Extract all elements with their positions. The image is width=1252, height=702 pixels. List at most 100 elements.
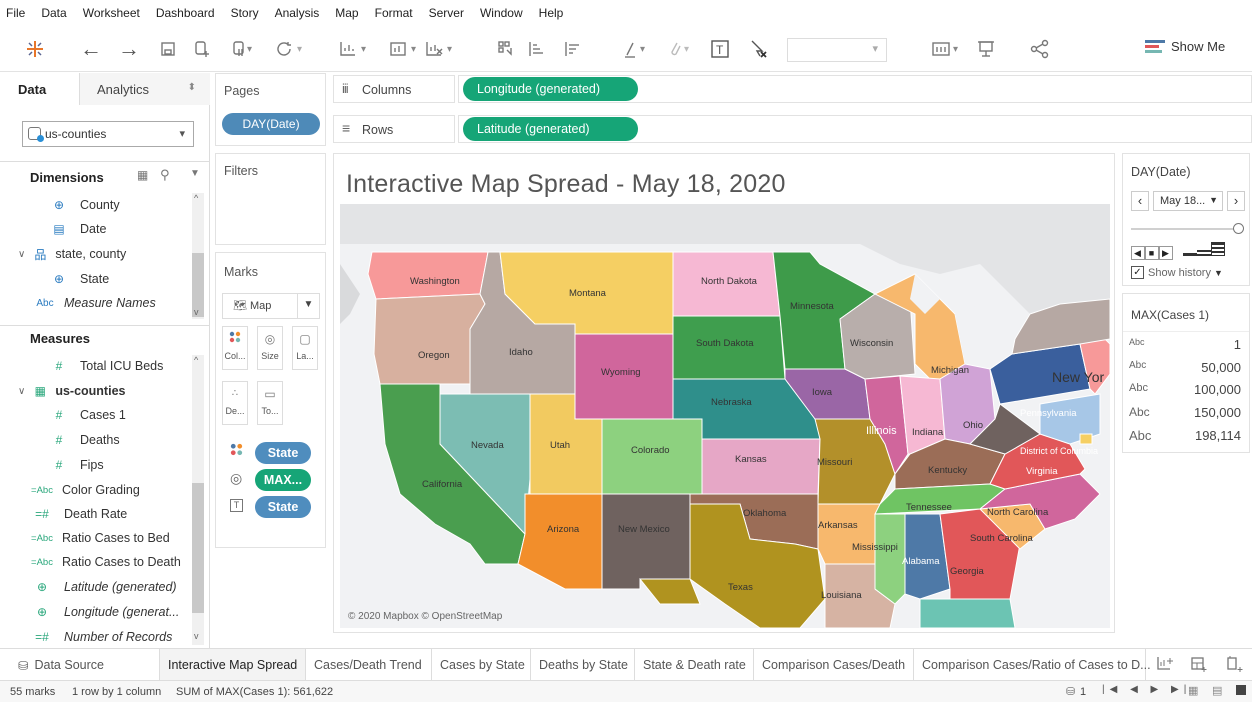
tab-cases-by-state[interactable]: Cases by State: [432, 649, 531, 681]
swap-rows-columns-icon[interactable]: [494, 36, 518, 62]
play-back-icon[interactable]: ◀: [1131, 246, 1145, 260]
marks-pill-state-label[interactable]: State: [255, 496, 311, 518]
datasource-select[interactable]: us-counties: [22, 121, 194, 147]
legend-item[interactable]: Abc 100,000: [1129, 382, 1247, 397]
menu-data[interactable]: Data: [41, 6, 66, 20]
menu-worksheet[interactable]: Worksheet: [83, 6, 140, 20]
highlight-icon[interactable]: ▾: [618, 36, 658, 62]
field-cases-1[interactable]: # Cases 1: [52, 403, 126, 427]
sort-ascending-icon[interactable]: [524, 36, 548, 62]
chevron-down-icon[interactable]: ∨: [18, 249, 25, 260]
new-worksheet-icon[interactable]: [1156, 655, 1174, 676]
tab-deaths-by-state[interactable]: Deaths by State: [531, 649, 635, 681]
chevron-down-icon[interactable]: ∨: [18, 386, 25, 397]
marks-pill-max-size[interactable]: MAX...: [255, 469, 311, 491]
measures-scrollbar-thumb[interactable]: [192, 483, 204, 613]
checkbox-checked-icon[interactable]: ✓: [1131, 266, 1144, 279]
rows-shelf[interactable]: Latitude (generated): [458, 115, 1252, 143]
columns-shelf[interactable]: Longitude (generated): [458, 75, 1252, 103]
tab-comparison-cases-ratio[interactable]: Comparison Cases/Ratio of Cases to D...: [914, 649, 1151, 681]
clear-sheet-icon[interactable]: ▾: [420, 36, 464, 62]
chevron-down-icon[interactable]: ▼: [297, 294, 319, 318]
new-datasource-icon[interactable]: [190, 36, 214, 62]
tableau-logo-icon[interactable]: [22, 36, 48, 62]
field-death-rate[interactable]: =# Death Rate: [30, 502, 127, 526]
chevron-down-icon[interactable]: ▼: [1214, 268, 1223, 278]
refresh-icon[interactable]: ▾: [270, 36, 314, 62]
stop-icon[interactable]: ■: [1145, 246, 1159, 260]
field-ratio-cases-to-death[interactable]: =Abc Ratio Cases to Death: [30, 550, 181, 574]
legend-item[interactable]: Abc 1: [1129, 337, 1247, 352]
menu-dashboard[interactable]: Dashboard: [156, 6, 215, 20]
fit-view-icon[interactable]: ▾: [926, 36, 970, 62]
tab-data-source[interactable]: ⛁ Data Source: [0, 649, 160, 681]
menu-help[interactable]: Help: [539, 6, 564, 20]
marks-detail-button[interactable]: ∴ De...: [222, 381, 248, 425]
tab-analytics[interactable]: Analytics: [80, 73, 210, 105]
scroll-down-icon[interactable]: v: [194, 307, 199, 317]
tab-cases-death-trend[interactable]: Cases/Death Trend: [306, 649, 432, 681]
scroll-down-icon[interactable]: v: [194, 631, 199, 641]
menu-file[interactable]: File: [6, 6, 25, 20]
columns-pill-longitude[interactable]: Longitude (generated): [463, 77, 638, 101]
forward-arrow-icon[interactable]: →: [116, 36, 142, 62]
show-me-button[interactable]: Show Me: [1145, 39, 1225, 54]
search-icon[interactable]: ⚲: [160, 167, 170, 183]
rows-pill-latitude[interactable]: Latitude (generated): [463, 117, 638, 141]
menu-window[interactable]: Window: [480, 6, 523, 20]
speed-slow-icon[interactable]: [1183, 242, 1198, 256]
show-history-toggle[interactable]: ✓ Show history ▼: [1131, 266, 1223, 279]
page-slider-track[interactable]: [1131, 228, 1239, 230]
field-ratio-cases-to-bed[interactable]: =Abc Ratio Cases to Bed: [30, 526, 170, 550]
field-measure-names[interactable]: Abc Measure Names: [34, 291, 155, 315]
fit-width-dropdown[interactable]: [787, 38, 887, 62]
sort-descending-icon[interactable]: [560, 36, 584, 62]
pages-pill-day-date[interactable]: DAY(Date): [222, 113, 320, 135]
field-latitude-generated[interactable]: ⊕ Latitude (generated): [34, 575, 177, 599]
marks-label-button[interactable]: ▢ La...: [292, 326, 318, 370]
menu-analysis[interactable]: Analysis: [275, 6, 320, 20]
pause-updates-icon[interactable]: ▾: [226, 36, 266, 62]
tab-data[interactable]: Data: [0, 73, 80, 105]
scroll-up-icon[interactable]: ^: [194, 355, 198, 365]
pane-menu-icon[interactable]: ▼: [190, 168, 200, 179]
mark-type-dropdown[interactable]: 🗺 Map ▼: [222, 293, 320, 319]
tab-comparison-cases-death[interactable]: Comparison Cases/Death: [754, 649, 914, 681]
map-attribution[interactable]: © 2020 Mapbox © OpenStreetMap: [348, 611, 502, 622]
menu-server[interactable]: Server: [429, 6, 464, 20]
presentation-mode-icon[interactable]: [974, 36, 998, 62]
field-county[interactable]: ⊕ County: [52, 193, 120, 217]
show-filmstrip-icon[interactable]: ▦: [1188, 684, 1198, 697]
save-icon[interactable]: [156, 36, 180, 62]
tab-state-death-rate[interactable]: State & Death rate: [635, 649, 754, 681]
legend-item[interactable]: Abc 198,114: [1129, 428, 1247, 443]
play-forward-icon[interactable]: ▶: [1159, 246, 1173, 260]
legend-item[interactable]: Abc 50,000: [1129, 360, 1247, 375]
group-members-icon[interactable]: ▾: [662, 36, 702, 62]
back-arrow-icon[interactable]: ←: [78, 36, 104, 62]
page-select[interactable]: May 18... ▼: [1153, 191, 1223, 211]
new-worksheet-icon[interactable]: ▾: [334, 36, 378, 62]
field-fips[interactable]: # Fips: [52, 453, 104, 477]
fix-axes-icon[interactable]: [746, 36, 770, 62]
field-state-county-hierarchy[interactable]: ∨ 品 state, county: [18, 242, 126, 266]
field-us-counties-folder[interactable]: ∨ ▦ us-counties: [18, 379, 125, 403]
page-prev-button[interactable]: ‹: [1131, 191, 1149, 211]
new-story-icon[interactable]: [1226, 655, 1244, 676]
field-longitude-generated[interactable]: ⊕ Longitude (generat...: [34, 600, 179, 624]
marks-pill-state-color[interactable]: State: [255, 442, 311, 464]
show-tabs-icon[interactable]: [1236, 685, 1246, 695]
sheet-navigation-controls[interactable]: |◀ ◀ ▶ ▶|: [1102, 684, 1191, 695]
speed-fast-icon[interactable]: [1211, 242, 1226, 256]
speed-medium-icon[interactable]: [1197, 242, 1212, 256]
menu-format[interactable]: Format: [375, 6, 413, 20]
marks-size-button[interactable]: ◎ Size: [257, 326, 283, 370]
field-date[interactable]: ▤ Date: [52, 217, 106, 241]
field-total-icu-beds[interactable]: # Total ICU Beds: [52, 354, 164, 378]
marks-color-button[interactable]: Col...: [222, 326, 248, 370]
show-sheet-sorter-icon[interactable]: ▤: [1212, 684, 1222, 697]
share-icon[interactable]: [1028, 36, 1052, 62]
legend-item[interactable]: Abc 150,000: [1129, 405, 1247, 420]
page-next-button[interactable]: ›: [1227, 191, 1245, 211]
new-dashboard-icon[interactable]: [1190, 655, 1208, 676]
